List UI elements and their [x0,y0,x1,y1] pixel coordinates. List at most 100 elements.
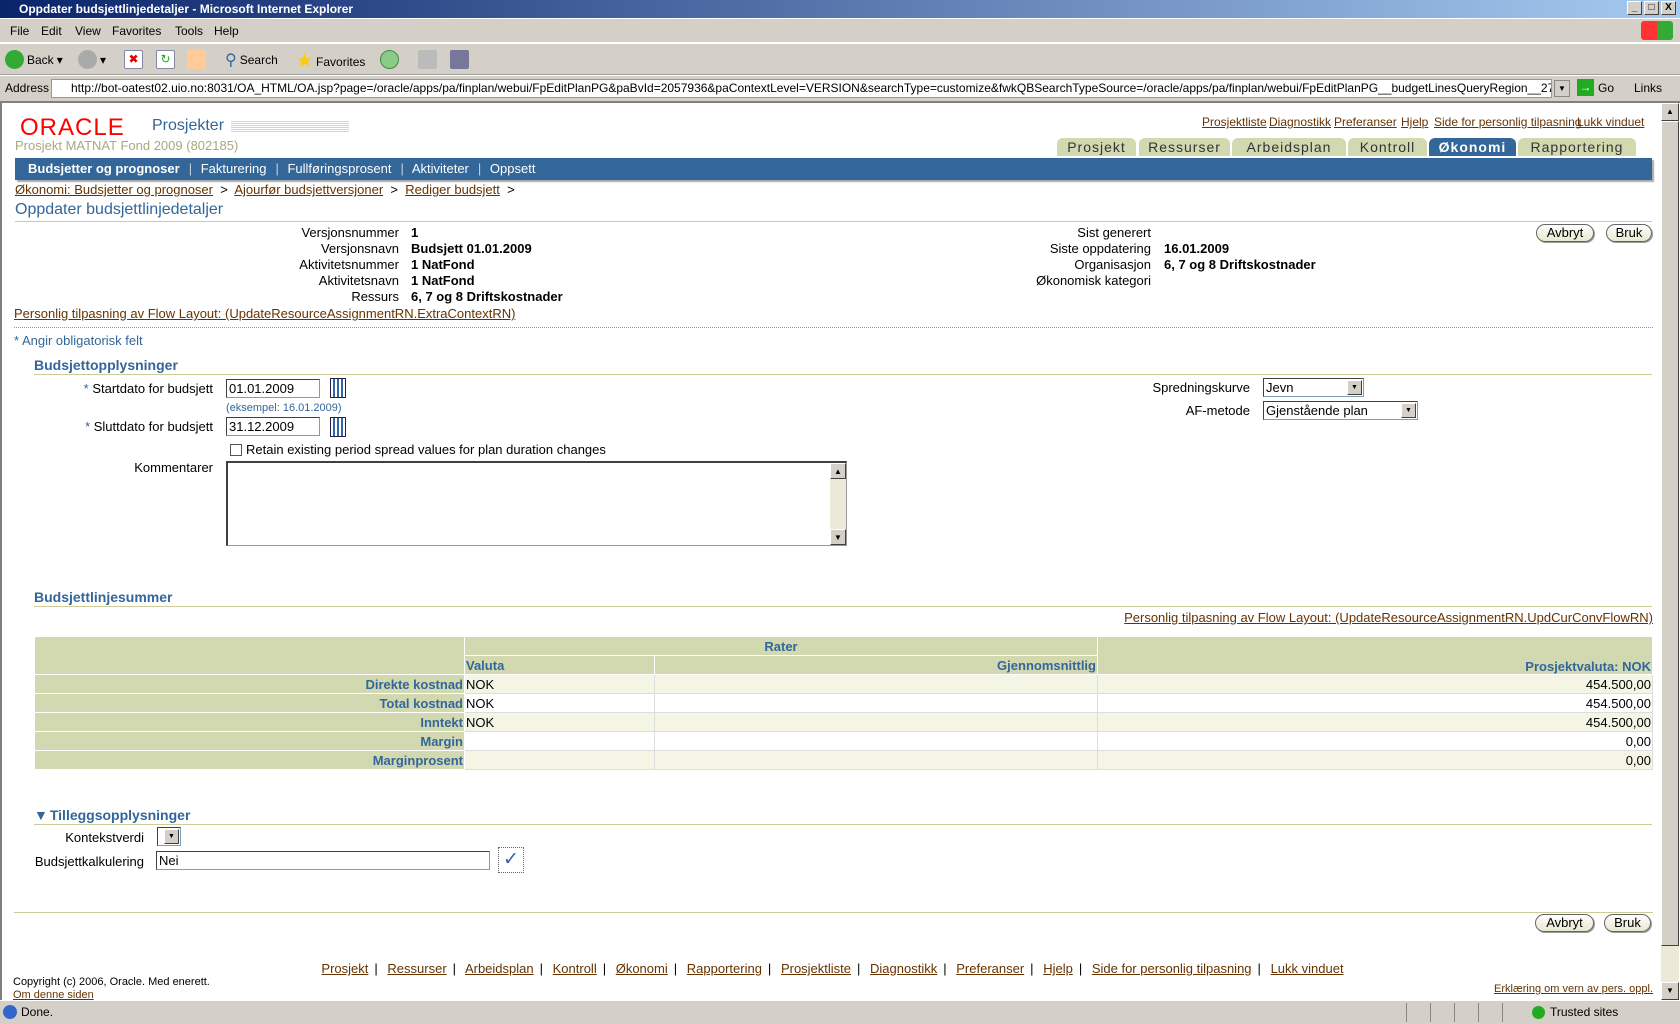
footer-link-close[interactable]: Lukk vinduet [1271,961,1344,976]
maximize-button[interactable]: □ [1644,1,1659,15]
start-date-input[interactable]: 01.01.2009 [226,379,320,398]
collapse-triangle-icon[interactable]: ▼ [34,807,48,823]
amount-cell: 0,00 [1097,750,1653,770]
print-button[interactable] [418,50,437,69]
search-button[interactable]: ⚲ Search [225,50,278,70]
address-dropdown-icon[interactable]: ▼ [1554,80,1570,97]
tab-okonomi[interactable]: Økonomi [1429,138,1516,156]
back-button[interactable]: Back ▾ [5,50,63,69]
tab-rapportering[interactable]: Rapportering [1518,138,1636,156]
menu-edit[interactable]: Edit [41,24,62,38]
af-method-value: Gjenstående plan [1266,403,1368,418]
personalize-conv-flow-link[interactable]: Personlig tilpasning av Flow Layout: (Up… [1124,610,1653,625]
additional-divider [34,824,1652,825]
breadcrumb-rediger[interactable]: Rediger budsjett [405,182,500,197]
stop-button[interactable]: ✖ [124,50,143,69]
menu-help[interactable]: Help [214,24,239,38]
favorites-button[interactable]: ★ Favorites [296,50,365,73]
info-label: Ressurs [351,289,399,304]
subtab-budsjetter[interactable]: Budsjetter og prognoser [28,161,180,176]
refresh-button[interactable]: ↻ [156,50,175,69]
scroll-down-icon[interactable]: ▼ [1661,982,1679,1000]
footer-link-kontroll[interactable]: Kontroll [553,961,597,976]
page-scrollbar[interactable]: ▲ ▼ [1661,103,1679,1000]
privacy-link[interactable]: Erklæring om vern av pers. oppl. [1494,983,1653,995]
home-button[interactable] [187,50,206,69]
cancel-button-bottom[interactable]: Avbryt [1535,914,1594,932]
footer-link-arbeidsplan[interactable]: Arbeidsplan [465,961,534,976]
subtab-oppsett[interactable]: Oppsett [490,161,536,176]
subtab-fullforingsprosent[interactable]: Fullføringsprosent [287,161,391,176]
apply-button-top[interactable]: Bruk [1606,224,1652,242]
footer-link-prosjekt[interactable]: Prosjekt [321,961,368,976]
breadcrumb-ajourfor[interactable]: Ajourfør budsjettversjoner [234,182,383,197]
forward-button[interactable]: ▾ [78,50,106,69]
end-date-input[interactable]: 31.12.2009 [226,417,320,436]
about-page-link[interactable]: Om denne siden [13,989,94,1000]
minimize-button[interactable]: _ [1627,1,1642,15]
menu-favorites[interactable]: Favorites [112,24,161,38]
personalize-extra-context-link[interactable]: Personlig tilpasning av Flow Layout: (Up… [14,306,515,321]
close-button[interactable]: X [1661,1,1676,15]
tab-ressurser[interactable]: Ressurser [1139,138,1230,156]
budget-info-divider [34,374,1652,375]
history-button[interactable] [380,50,399,69]
menu-file[interactable]: File [10,24,29,38]
footer-link-diagnostikk[interactable]: Diagnostikk [870,961,937,976]
context-value-select[interactable]: ▼ [157,827,181,846]
research-button[interactable] [450,50,469,69]
scroll-up-icon[interactable]: ▲ [830,463,846,479]
search-lov-icon[interactable]: ✓ [498,847,524,873]
spread-curve-select[interactable]: Jevn ▼ [1263,378,1364,397]
column-header-currency: Valuta [464,655,655,675]
subtab-aktiviteter[interactable]: Aktiviteter [412,161,469,176]
toolbar: Back ▾ ▾ ✖ ↻ ⚲ Search ★ Favorites [0,44,1680,75]
global-link-close-window[interactable]: Lukk vinduet [1577,115,1644,129]
breadcrumb-okonomi[interactable]: Økonomi: Budsjetter og prognoser [15,182,213,197]
budget-calc-label: Budsjettkalkulering [34,854,144,869]
tab-kontroll[interactable]: Kontroll [1348,138,1427,156]
links-button[interactable]: Links [1634,81,1662,95]
menu-view[interactable]: View [75,24,101,38]
calendar-icon[interactable] [330,378,346,398]
cancel-button-top[interactable]: Avbryt [1536,224,1594,242]
tab-arbeidsplan[interactable]: Arbeidsplan [1232,138,1346,156]
footer-link-prosjektliste[interactable]: Prosjektliste [781,961,851,976]
research-icon [450,50,469,69]
calendar-icon[interactable] [330,417,346,437]
textarea-scrollbar[interactable]: ▲ ▼ [830,463,846,545]
table-row: Total kostnad NOK 454.500,00 [34,693,1653,713]
menu-tools[interactable]: Tools [175,24,203,38]
info-value: 1 [411,225,419,240]
breadcrumb: Økonomi: Budsjetter og prognoser > Ajour… [15,182,515,197]
address-input[interactable]: http://bot-oatest02.uio.no:8031/OA_HTML/… [51,79,1552,98]
retain-checkbox[interactable] [230,443,242,456]
footer-link-okonomi[interactable]: Økonomi [616,961,668,976]
footer-link-personalize[interactable]: Side for personlig tilpasning [1092,961,1252,976]
global-link-help[interactable]: Hjelp [1401,115,1428,129]
address-bar: Address http://bot-oatest02.uio.no:8031/… [0,76,1680,103]
comments-textarea[interactable]: ▲ ▼ [226,461,847,546]
scroll-up-icon[interactable]: ▲ [1661,103,1679,121]
global-link-personalize[interactable]: Side for personlig tilpasning [1434,115,1581,129]
budget-calc-input[interactable]: Nei [156,851,490,870]
scroll-down-icon[interactable]: ▼ [830,529,846,545]
scroll-thumb[interactable] [1661,121,1679,946]
go-button[interactable]: → Go [1577,79,1614,96]
info-value [1164,273,1464,288]
footer-link-preferanser[interactable]: Preferanser [956,961,1024,976]
footer-link-rapportering[interactable]: Rapportering [687,961,762,976]
home-icon [187,50,206,69]
af-method-select[interactable]: Gjenstående plan ▼ [1263,401,1418,420]
global-link-project-list[interactable]: Prosjektliste [1202,115,1267,129]
info-label: Versjonsnummer [301,225,399,240]
additional-info-heading[interactable]: ▼ Tilleggsopplysninger [34,807,190,823]
global-link-diagnostics[interactable]: Diagnostikk [1269,115,1331,129]
footer-link-hjelp[interactable]: Hjelp [1043,961,1073,976]
global-link-preferences[interactable]: Preferanser [1334,115,1397,129]
tab-prosjekt[interactable]: Prosjekt [1057,138,1136,156]
status-bar: Done. Trusted sites [0,1000,1680,1024]
apply-button-bottom[interactable]: Bruk [1604,914,1651,932]
subtab-fakturering[interactable]: Fakturering [201,161,267,176]
footer-link-ressurser[interactable]: Ressurser [387,961,446,976]
